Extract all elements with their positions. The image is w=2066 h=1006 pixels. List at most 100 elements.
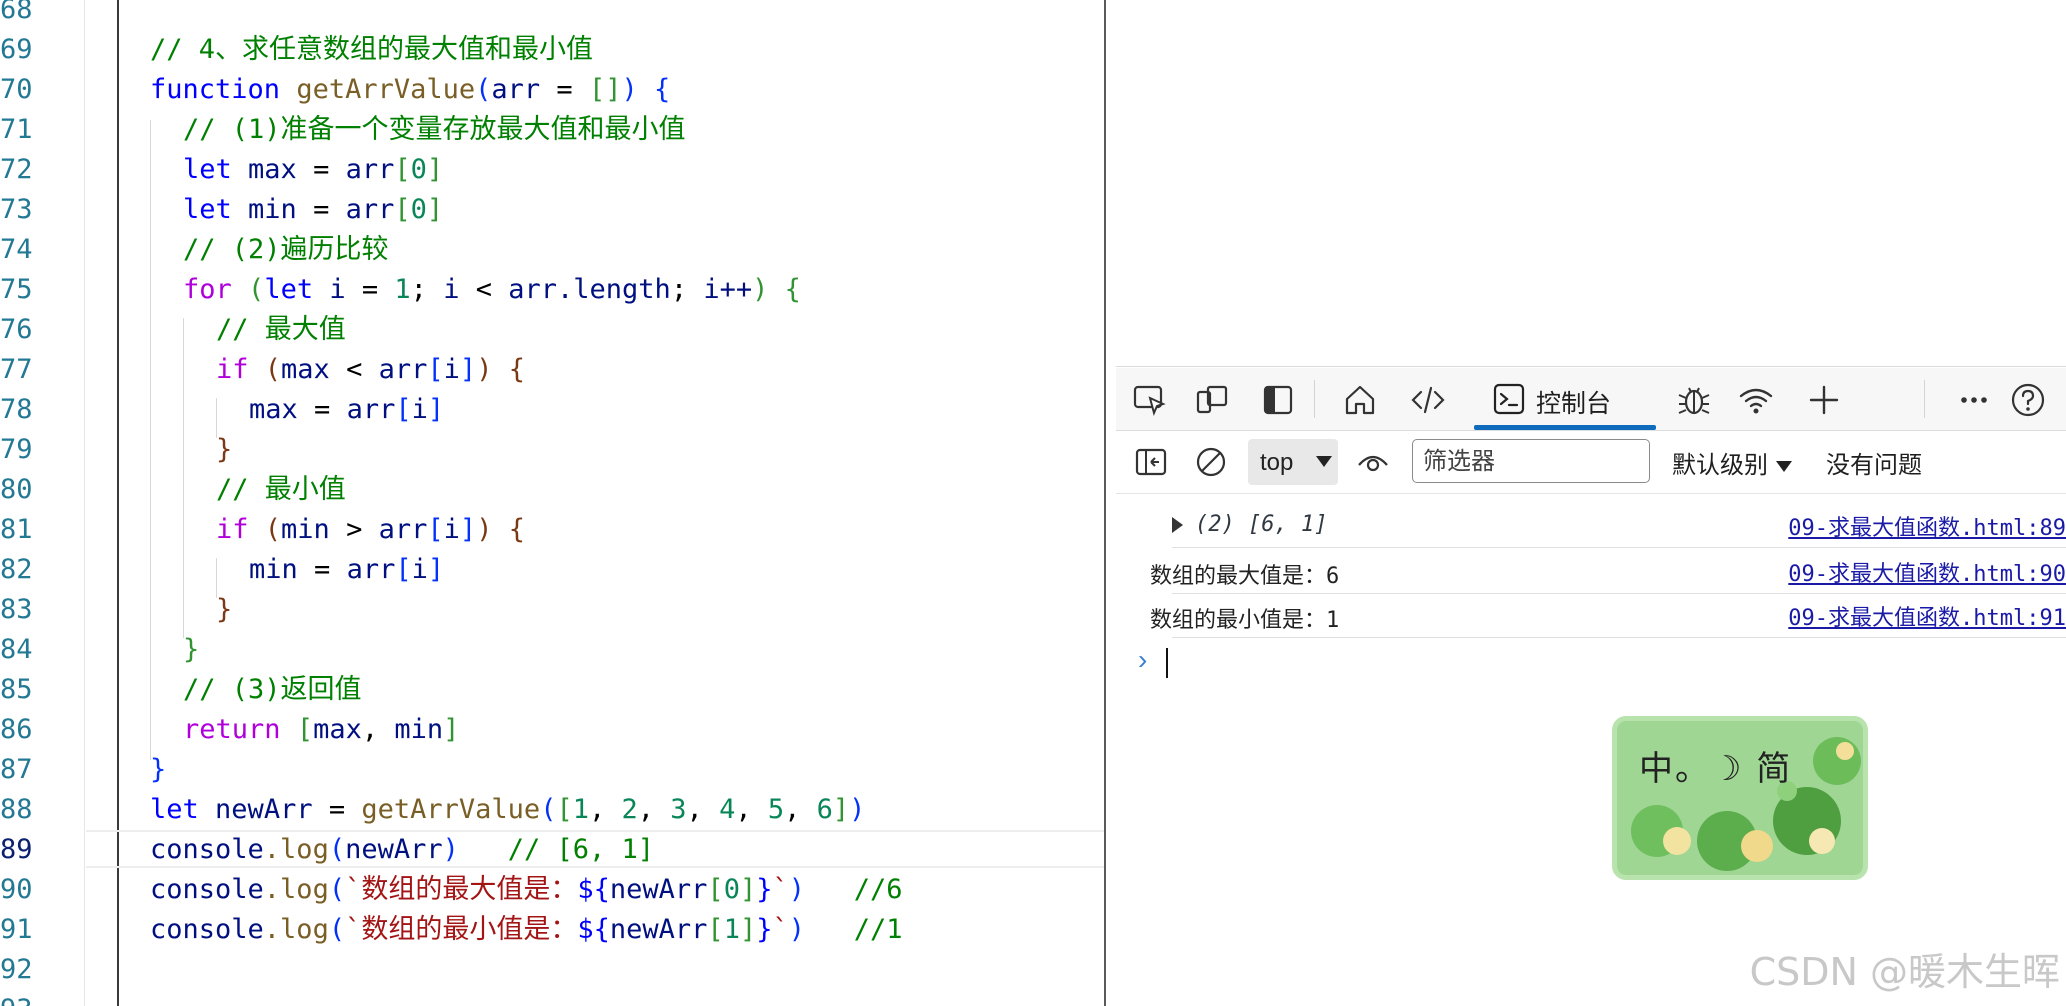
line-number[interactable]: 68 — [0, 0, 33, 30]
bracket: ] — [459, 354, 477, 385]
punctuation: , — [784, 794, 817, 825]
code-line-89[interactable]: console.log(newArr) // [6, 1] — [150, 830, 654, 870]
code-line-81[interactable]: if (min > arr[i]) { — [216, 510, 525, 550]
tab-console[interactable]: 控制台 — [1474, 368, 1656, 430]
console-input-caret[interactable] — [1166, 648, 1168, 678]
code-line-77[interactable]: if (max < arr[i]) { — [216, 350, 525, 390]
code-line-69[interactable]: // 4、求任意数组的最大值和最小值 — [150, 30, 593, 70]
bracket: ( — [248, 274, 265, 305]
line-number[interactable]: 75 — [0, 270, 33, 310]
code-line-73[interactable]: let min = arr[0] — [183, 190, 443, 230]
line-number[interactable]: 89 — [0, 830, 33, 870]
code-line-79[interactable]: } — [216, 430, 232, 470]
line-number[interactable]: 70 — [0, 70, 33, 110]
code-line-70[interactable]: function getArrValue(arr = []) { — [150, 70, 670, 110]
number: 1 — [723, 914, 740, 945]
code-line-91[interactable]: console.log(`数组的最小值是：${newArr[1]}`) //1 — [150, 910, 903, 950]
code-line-88[interactable]: let newArr = getArrValue([1, 2, 3, 4, 5,… — [150, 790, 865, 830]
code-line-76[interactable]: // 最大值 — [216, 310, 346, 350]
code-line-74[interactable]: // (2)遍历比较 — [183, 230, 389, 270]
keyword: let — [183, 154, 232, 185]
line-number[interactable]: 81 — [0, 510, 33, 550]
line-number[interactable]: 88 — [0, 790, 33, 830]
code-line-82[interactable]: min = arr[i] — [249, 550, 444, 590]
line-number[interactable]: 82 — [0, 550, 33, 590]
variable: min — [394, 714, 444, 745]
ime-status-widget[interactable]: 中。☽ 简 — [1612, 716, 1868, 880]
issues-indicator[interactable]: 没有问题 — [1826, 445, 1922, 480]
log-level-dropdown[interactable]: 默认级别 — [1672, 445, 1792, 480]
bracket: [ — [394, 194, 411, 225]
comment: // 4、求任意数组的最大值和最小值 — [150, 34, 594, 65]
line-number[interactable]: 69 — [0, 30, 33, 70]
clear-console-icon[interactable] — [1194, 445, 1228, 479]
inspect-icon[interactable] — [1132, 382, 1168, 418]
code-line-90[interactable]: console.log(`数组的最大值是：${newArr[0]}`) //6 — [150, 870, 903, 910]
bracket: { — [784, 274, 801, 305]
line-number[interactable]: 84 — [0, 630, 33, 670]
source-link[interactable]: 09-求最大值函数.html:91 — [1788, 600, 2066, 632]
console-message-text[interactable]: (2) [6, 1] — [1172, 512, 1327, 537]
console-message[interactable]: (2) [6, 1] 09-求最大值函数.html:89 — [1172, 504, 2066, 548]
code-line-71[interactable]: // (1)准备一个变量存放最大值和最小值 — [183, 110, 686, 150]
line-number[interactable]: 87 — [0, 750, 33, 790]
line-number[interactable]: 92 — [0, 950, 33, 990]
variable: newArr — [215, 794, 313, 825]
line-number[interactable]: 74 — [0, 230, 33, 270]
devtools-toolbar: 控制台 — [1116, 368, 2066, 431]
source-link[interactable]: 09-求最大值函数.html:90 — [1788, 556, 2066, 588]
console-message[interactable]: 数组的最大值是：6 09-求最大值函数.html:90 — [1150, 550, 2066, 594]
code-line-86[interactable]: return [max, min] — [183, 710, 459, 750]
console-icon — [1493, 383, 1525, 415]
bracket: ( — [264, 514, 282, 545]
code-line-72[interactable]: let max = arr[0] — [183, 150, 443, 190]
home-icon[interactable] — [1342, 382, 1378, 418]
variable: i — [443, 514, 460, 545]
code-line-85[interactable]: // (3)返回值 — [183, 670, 362, 710]
line-number[interactable]: 80 — [0, 470, 33, 510]
console-message-text: 数组的最大值是：6 — [1150, 564, 1340, 589]
variable: min — [248, 194, 297, 225]
more-icon[interactable] — [1956, 382, 1992, 418]
code-line-84[interactable]: } — [183, 630, 199, 670]
code-line-78[interactable]: max = arr[i] — [249, 390, 444, 430]
line-number[interactable]: 78 — [0, 390, 33, 430]
devtools-panel: 控制台 top 默认级别 没有问题 (2) [6, 1] 09-求最大值函数.h… — [1116, 0, 2066, 1006]
line-number[interactable]: 77 — [0, 350, 33, 390]
variable: max — [281, 354, 330, 385]
line-number[interactable]: 86 — [0, 710, 33, 750]
line-number[interactable]: 90 — [0, 870, 33, 910]
console-message[interactable]: 数组的最小值是：1 09-求最大值函数.html:91 — [1150, 594, 2066, 638]
source-link[interactable]: 09-求最大值函数.html:89 — [1788, 510, 2066, 542]
line-number[interactable]: 71 — [0, 110, 33, 150]
device-emulation-icon[interactable] — [1194, 382, 1230, 418]
sources-code-icon[interactable] — [1410, 382, 1446, 418]
line-number[interactable]: 73 — [0, 190, 33, 230]
add-icon[interactable] — [1806, 382, 1842, 418]
code-line-75[interactable]: for (let i = 1; i < arr.length; i++) { — [183, 270, 801, 310]
filter-input[interactable] — [1412, 439, 1650, 483]
line-number[interactable]: 91 — [0, 910, 33, 950]
line-number[interactable]: 76 — [0, 310, 33, 350]
line-number[interactable]: 79 — [0, 430, 33, 470]
network-wifi-icon[interactable] — [1738, 382, 1774, 418]
line-number[interactable]: 85 — [0, 670, 33, 710]
code-line-83[interactable]: } — [216, 590, 232, 630]
code-line-87[interactable]: } — [150, 750, 166, 790]
code-editor[interactable]: 68 69 70 71 72 73 74 75 76 77 78 79 80 81 82 83 84 85 86 87… — [0, 0, 1104, 1006]
bracket: [ — [707, 874, 724, 905]
sidebar-toggle-icon[interactable] — [1134, 445, 1168, 479]
expand-triangle-icon[interactable] — [1172, 517, 1183, 533]
context-selector[interactable]: top — [1248, 439, 1338, 485]
live-expression-eye-icon[interactable] — [1356, 445, 1390, 479]
dock-icon[interactable] — [1260, 382, 1296, 418]
line-number[interactable]: 83 — [0, 590, 33, 630]
debug-bug-icon[interactable] — [1676, 382, 1712, 418]
help-icon[interactable] — [2010, 382, 2046, 418]
line-number[interactable]: 93 — [0, 990, 33, 1006]
comment: // (3)返回值 — [183, 674, 362, 705]
code-line-80[interactable]: // 最小值 — [216, 470, 346, 510]
line-number[interactable]: 72 — [0, 150, 33, 190]
comment: // (1)准备一个变量存放最大值和最小值 — [183, 114, 686, 145]
editor-devtools-divider[interactable] — [1104, 0, 1106, 1006]
